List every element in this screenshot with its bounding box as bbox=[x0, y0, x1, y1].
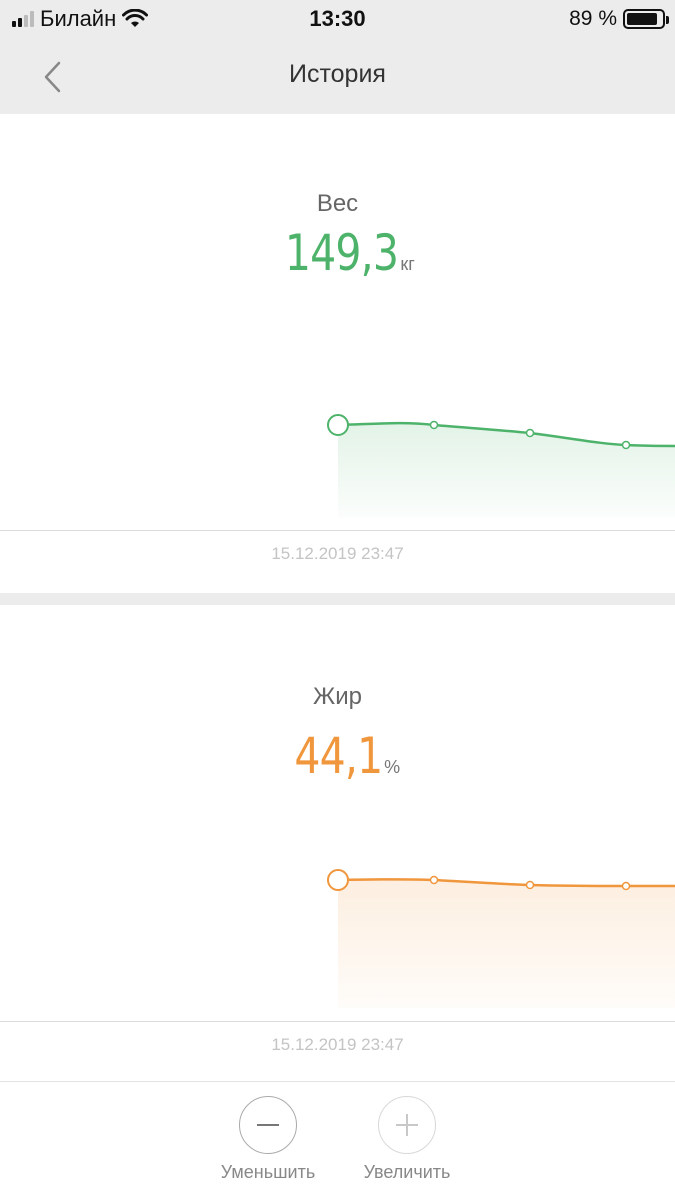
weight-point[interactable] bbox=[621, 440, 631, 450]
weight-point-selected[interactable] bbox=[327, 414, 349, 436]
fat-chart-divider bbox=[0, 1021, 675, 1022]
battery-percent: 89 % bbox=[569, 7, 617, 30]
fat-value: 44,1 bbox=[294, 727, 383, 785]
increase-label: Увеличить bbox=[363, 1162, 451, 1182]
plus-icon bbox=[396, 1114, 418, 1136]
fat-date: 15.12.2019 23:47 bbox=[271, 1035, 404, 1054]
increase-button[interactable]: Увеличить bbox=[342, 1096, 472, 1183]
weight-chart-divider bbox=[0, 530, 675, 531]
weight-label: Вес bbox=[316, 190, 359, 217]
weight-point[interactable] bbox=[525, 428, 535, 438]
fat-label: Жир bbox=[313, 683, 362, 710]
weight-point[interactable] bbox=[429, 420, 439, 430]
minus-icon bbox=[257, 1124, 279, 1126]
weight-value-row: 149,3 кг bbox=[0, 224, 675, 282]
fat-point[interactable] bbox=[525, 880, 535, 890]
weight-card[interactable]: Вес 149,3 кг 15.12.2019 23:47 bbox=[0, 114, 675, 593]
decrease-circle[interactable] bbox=[239, 1096, 297, 1154]
fat-chart-area bbox=[338, 879, 675, 1008]
fat-chart[interactable] bbox=[0, 860, 675, 1015]
zoom-toolbar: Уменьшить Увеличить bbox=[0, 1081, 675, 1200]
battery-icon bbox=[623, 9, 669, 29]
weight-date: 15.12.2019 23:47 bbox=[271, 544, 404, 563]
increase-circle[interactable] bbox=[378, 1096, 436, 1154]
fat-point[interactable] bbox=[429, 875, 439, 885]
weight-chart-area bbox=[338, 423, 675, 518]
decrease-button[interactable]: Уменьшить bbox=[203, 1096, 333, 1183]
weight-value: 149,3 bbox=[285, 224, 399, 282]
navigation-bar: История bbox=[0, 40, 675, 114]
fat-point-selected[interactable] bbox=[327, 869, 349, 891]
page-title: История bbox=[289, 60, 386, 88]
fat-unit: % bbox=[384, 757, 401, 777]
battery-info: 89 % bbox=[569, 6, 669, 32]
fat-point[interactable] bbox=[621, 881, 631, 891]
weight-chart[interactable] bbox=[0, 364, 675, 534]
fat-value-row: 44,1% bbox=[0, 727, 675, 785]
decrease-label: Уменьшить bbox=[220, 1162, 316, 1182]
fat-card[interactable]: Жир 44,1% 15.12.2019 23:47 bbox=[0, 605, 675, 1081]
weight-unit: кг bbox=[400, 254, 415, 274]
status-bar: Билайн 13:30 89 % bbox=[0, 0, 675, 40]
